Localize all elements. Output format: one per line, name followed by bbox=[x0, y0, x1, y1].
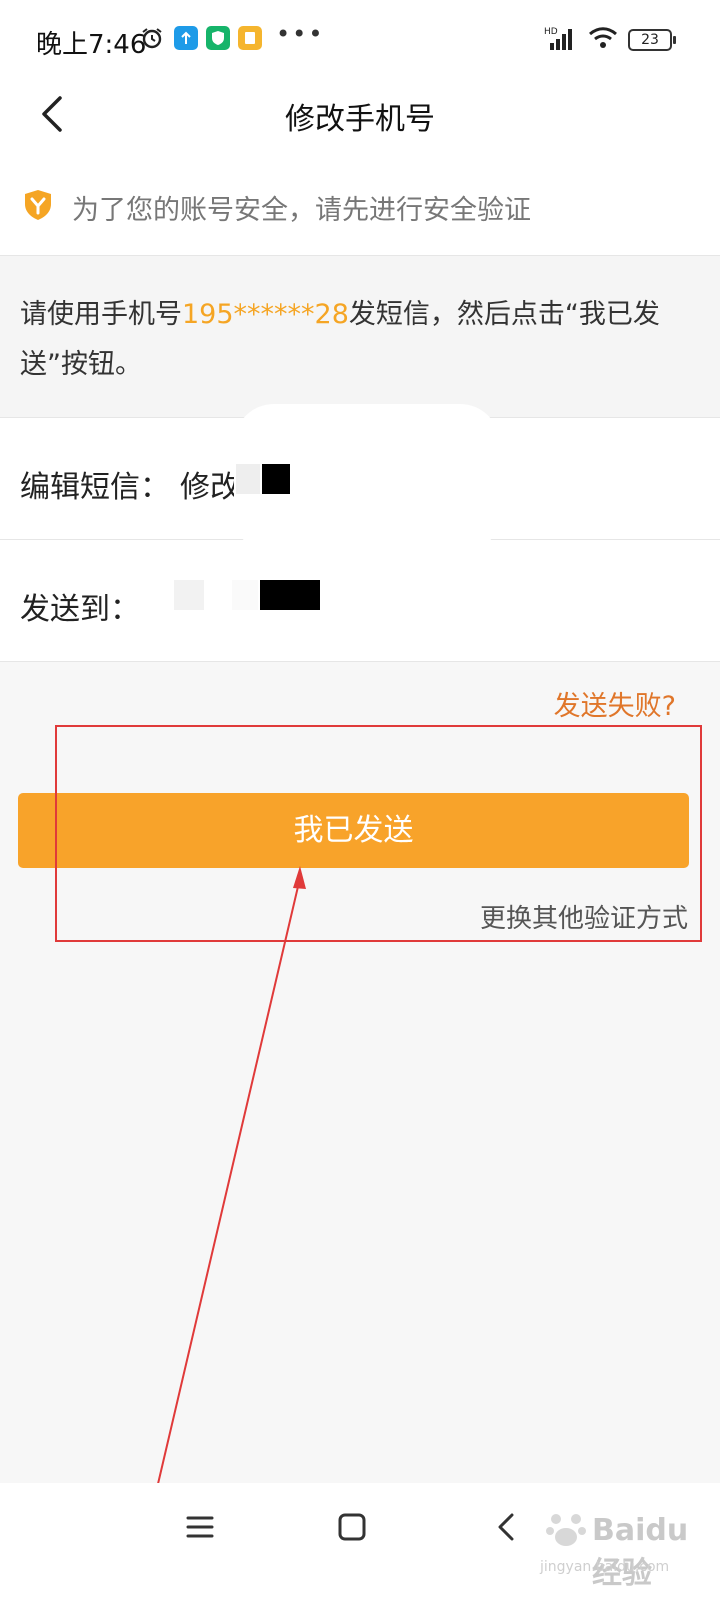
page-title: 修改手机号 bbox=[285, 102, 435, 137]
battery-icon: 23 bbox=[628, 29, 676, 51]
sms-content-label: 编辑短信： bbox=[20, 470, 170, 505]
paw-icon bbox=[542, 1505, 590, 1557]
annotation-highlight-box bbox=[55, 725, 702, 942]
masked-phone-number: 195******28 bbox=[182, 299, 349, 330]
system-nav-bar: Baidu经验 jingyan.baidu.com bbox=[0, 1483, 720, 1600]
notice-text: 为了您的账号安全，请先进行安全验证 bbox=[72, 195, 531, 226]
home-icon[interactable] bbox=[330, 1505, 374, 1549]
security-notice: 为了您的账号安全，请先进行安全验证 bbox=[0, 150, 720, 256]
menu-icon[interactable] bbox=[178, 1505, 222, 1549]
security-app-icon bbox=[206, 26, 230, 50]
shield-icon bbox=[22, 188, 54, 226]
baidu-jingyan-watermark: Baidu经验 jingyan.baidu.com bbox=[540, 1499, 710, 1591]
redaction-block bbox=[260, 580, 320, 610]
redaction-block bbox=[262, 464, 290, 494]
upload-app-icon bbox=[174, 26, 198, 50]
alarm-icon bbox=[140, 26, 164, 50]
back-nav-icon[interactable] bbox=[484, 1505, 528, 1549]
send-to-label: 发送到： bbox=[20, 592, 140, 627]
status-time: 晚上7:46 bbox=[36, 30, 147, 60]
sms-instruction: 请使用手机号195******28发短信，然后点击“我已发送”按钮。 bbox=[0, 256, 720, 418]
svg-text:HD: HD bbox=[544, 27, 558, 37]
notes-app-icon bbox=[238, 26, 262, 50]
redaction-block bbox=[236, 464, 260, 494]
redaction-block bbox=[232, 580, 258, 610]
instruction-prefix: 请使用手机号 bbox=[20, 299, 182, 330]
sms-content-value[interactable]: 修改 bbox=[180, 462, 240, 506]
watermark-url: jingyan.baidu.com bbox=[540, 1559, 670, 1575]
send-to-row[interactable]: 发送到： bbox=[0, 540, 720, 662]
status-bar: 晚上7:46 ••• HD 23 bbox=[0, 0, 720, 80]
signal-icon: HD bbox=[544, 25, 578, 55]
more-notifications-icon: ••• bbox=[276, 20, 325, 48]
nav-bar: 修改手机号 bbox=[0, 80, 720, 150]
redaction-block bbox=[174, 580, 204, 610]
watermark-logo-text: Baidu经验 bbox=[592, 1513, 689, 1591]
sms-content-row[interactable]: 编辑短信： 修改 bbox=[0, 404, 720, 554]
wifi-icon bbox=[588, 26, 618, 54]
send-failed-link[interactable]: 发送失败? bbox=[554, 684, 676, 723]
